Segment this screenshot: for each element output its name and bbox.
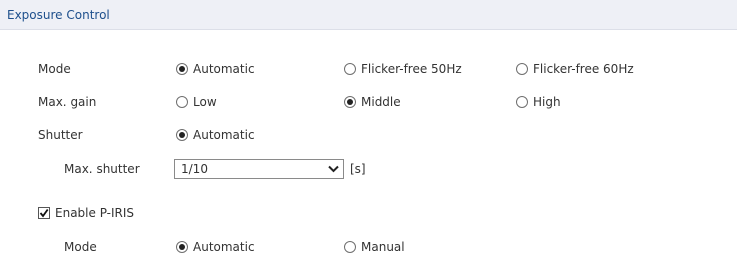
shutter-option-automatic[interactable]: Automatic — [176, 128, 255, 142]
shutter-option-label: Automatic — [193, 128, 255, 142]
piris-mode-option-label: Manual — [361, 240, 405, 254]
radio-icon[interactable] — [176, 129, 188, 141]
max-shutter-unit: [s] — [350, 162, 366, 176]
radio-icon[interactable] — [516, 96, 528, 108]
piris-mode-option-manual[interactable]: Manual — [344, 240, 405, 254]
mode-option-label: Automatic — [193, 62, 255, 76]
mode-option-label: Flicker-free 50Hz — [361, 62, 462, 76]
radio-icon[interactable] — [344, 96, 356, 108]
mode-option-flicker-50hz[interactable]: Flicker-free 50Hz — [344, 62, 462, 76]
max-shutter-label: Max. shutter — [64, 162, 140, 176]
radio-icon[interactable] — [344, 241, 356, 253]
section-header: Exposure Control — [0, 0, 737, 30]
checkbox-checked-icon[interactable] — [38, 207, 50, 219]
radio-icon[interactable] — [176, 63, 188, 75]
piris-mode-option-label: Automatic — [193, 240, 255, 254]
max-gain-option-high[interactable]: High — [516, 95, 561, 109]
enable-piris-checkbox[interactable]: Enable P-IRIS — [38, 206, 134, 220]
max-gain-option-label: Middle — [361, 95, 401, 109]
max-gain-option-label: Low — [193, 95, 217, 109]
radio-icon[interactable] — [344, 63, 356, 75]
max-shutter-select[interactable]: 1/10 — [174, 159, 344, 179]
radio-icon[interactable] — [176, 96, 188, 108]
mode-option-flicker-60hz[interactable]: Flicker-free 60Hz — [516, 62, 634, 76]
radio-icon[interactable] — [516, 63, 528, 75]
radio-icon[interactable] — [176, 241, 188, 253]
max-gain-label: Max. gain — [38, 95, 97, 109]
max-gain-option-label: High — [533, 95, 561, 109]
mode-option-label: Flicker-free 60Hz — [533, 62, 634, 76]
mode-option-automatic[interactable]: Automatic — [176, 62, 255, 76]
piris-mode-label: Mode — [64, 240, 97, 254]
enable-piris-label: Enable P-IRIS — [55, 206, 135, 220]
section-title: Exposure Control — [7, 8, 110, 22]
max-gain-option-middle[interactable]: Middle — [344, 95, 401, 109]
chevron-down-icon[interactable] — [328, 165, 339, 173]
piris-mode-option-automatic[interactable]: Automatic — [176, 240, 255, 254]
max-gain-option-low[interactable]: Low — [176, 95, 217, 109]
mode-label: Mode — [38, 62, 71, 76]
shutter-label: Shutter — [38, 128, 83, 142]
max-shutter-value: 1/10 — [181, 162, 208, 176]
